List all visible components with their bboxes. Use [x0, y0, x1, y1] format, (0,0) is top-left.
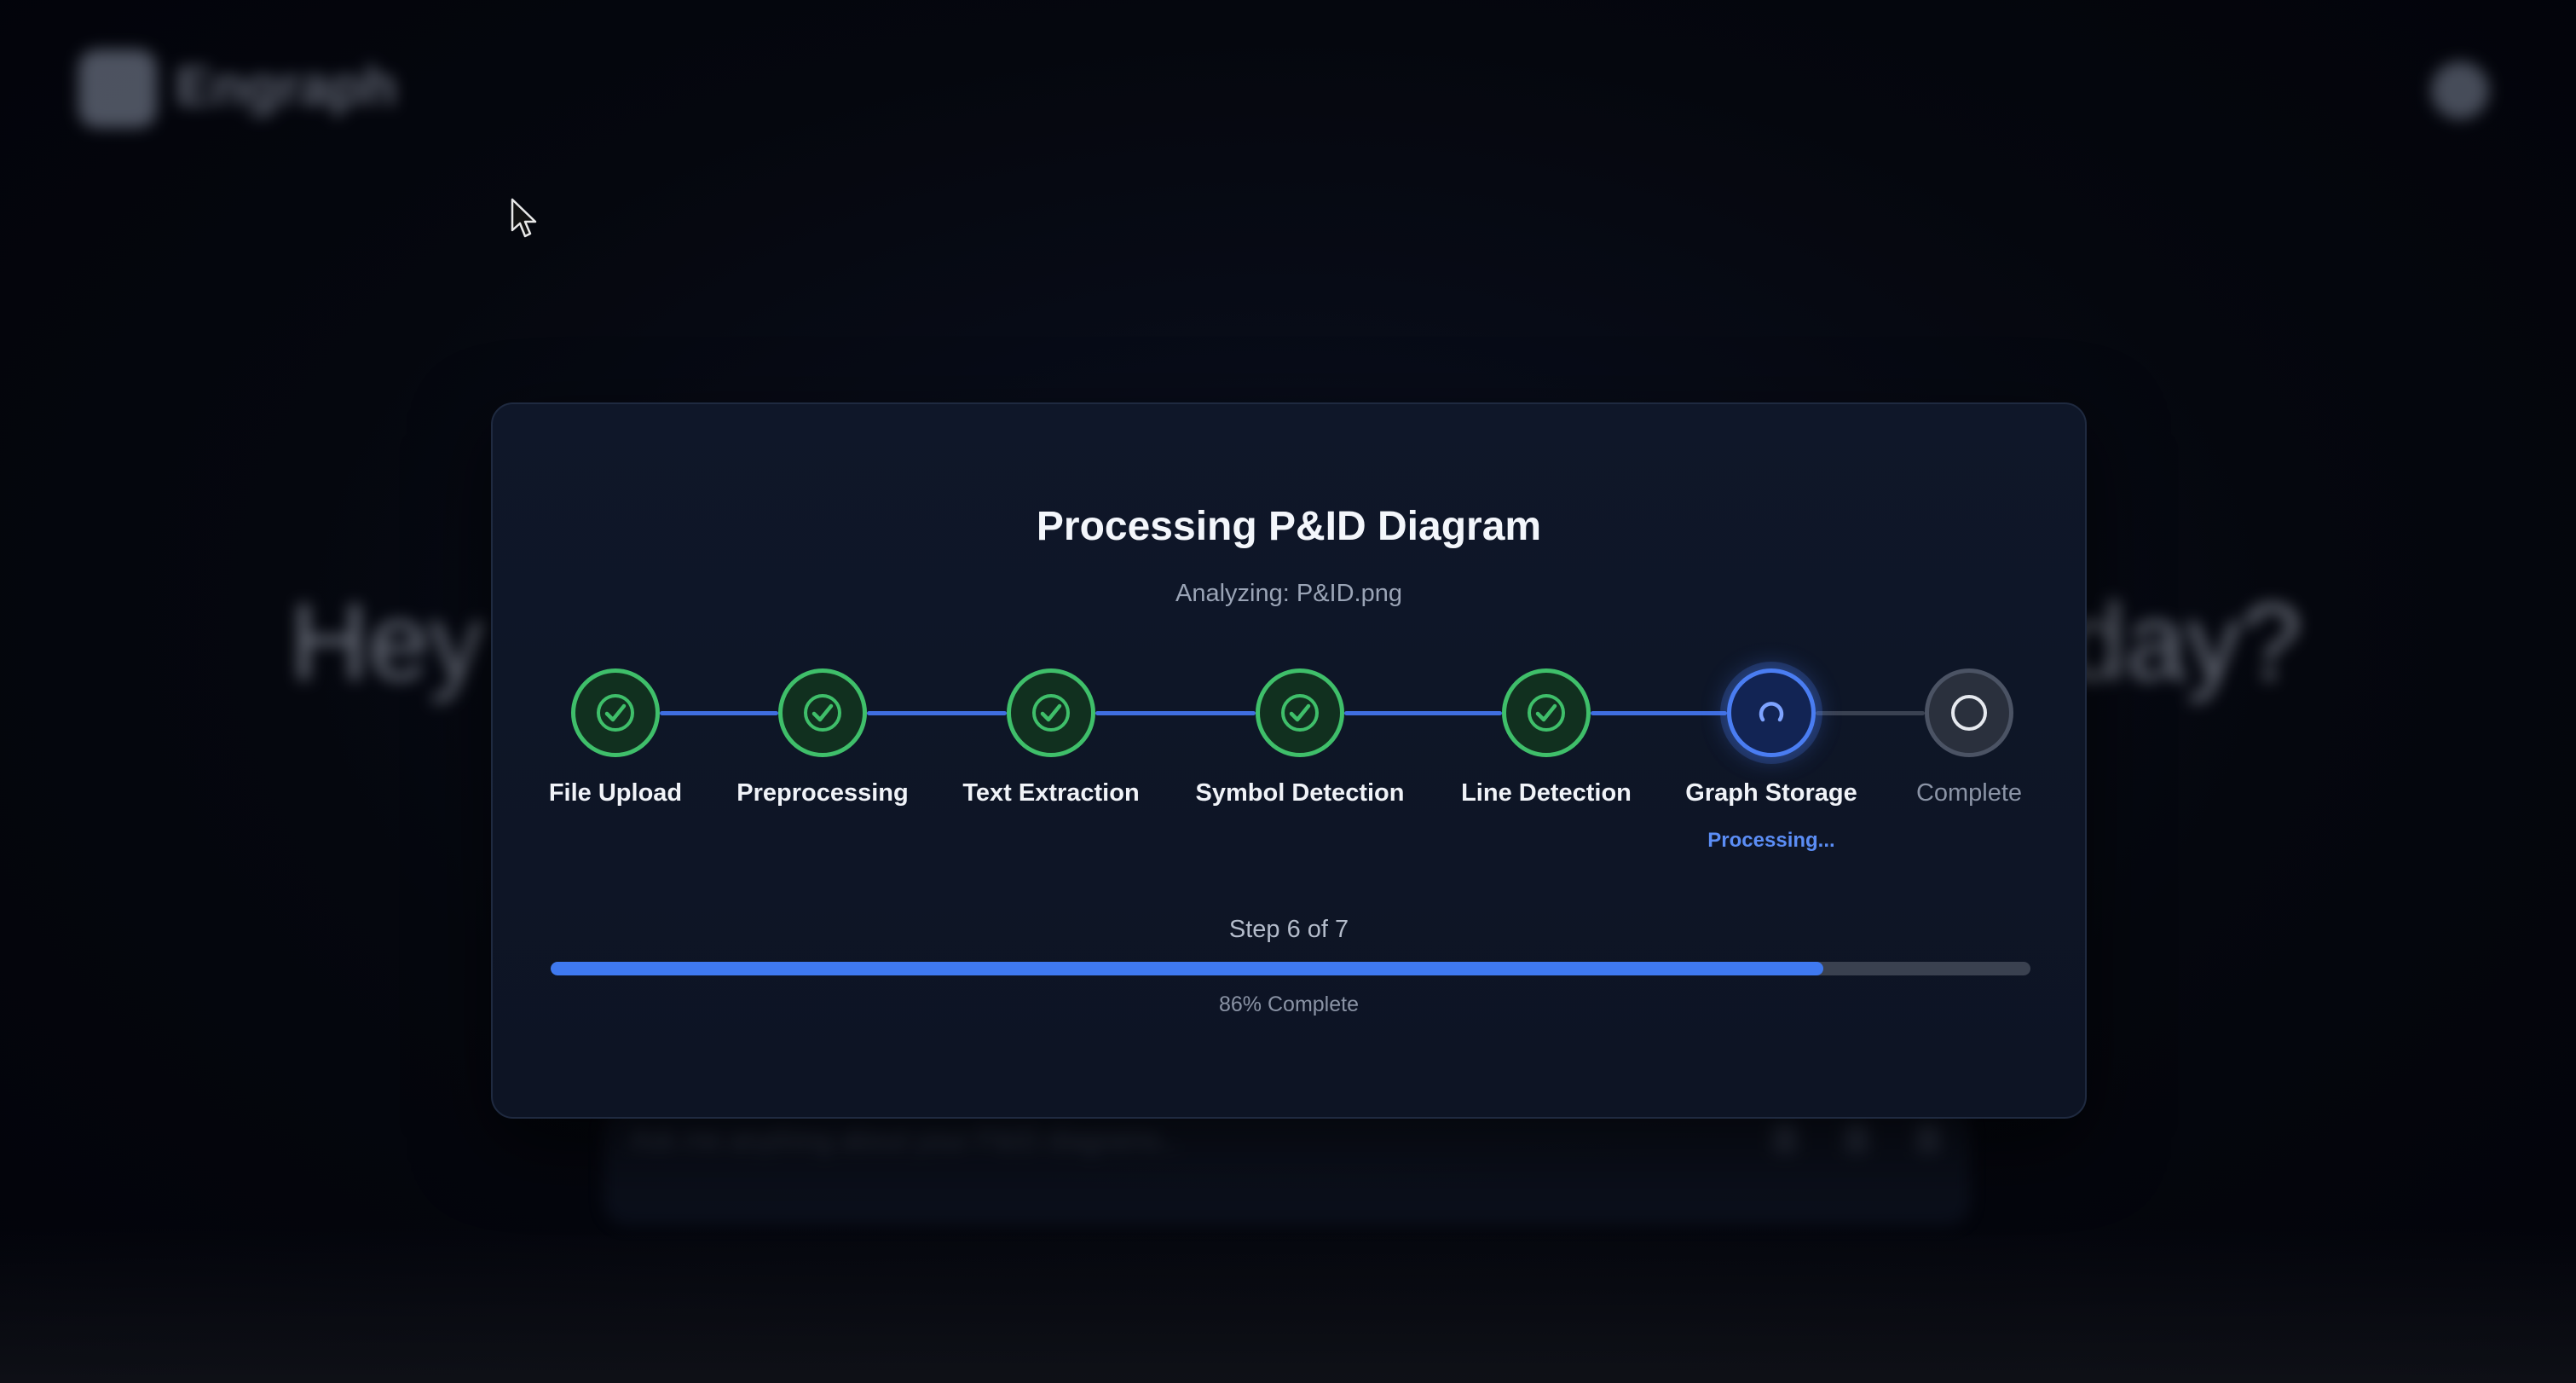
check-circle-icon: [804, 694, 841, 732]
hero-greeting-end: day?: [2065, 582, 2302, 703]
check-circle-icon: [1281, 694, 1319, 732]
step-counter: Step 6 of 7: [1228, 916, 1349, 943]
step-connector: [660, 711, 778, 715]
mouse-cursor-icon: [511, 198, 537, 238]
step-text-extraction-indicator: [1007, 668, 1095, 757]
send-icon: [1916, 1124, 1940, 1153]
step-connector: [1344, 711, 1502, 715]
user-avatar: [2431, 61, 2489, 119]
step-preprocessing-indicator: [778, 668, 867, 757]
screen: Engraph Hey t day? Ask me anything about…: [0, 0, 2576, 1383]
progress-bar: [551, 962, 2030, 975]
step-complete-label: Complete: [1915, 779, 2023, 807]
progress-bar-fill: [551, 962, 1823, 975]
step-graph-storage-indicator: [1727, 668, 1816, 757]
check-circle-icon: [1032, 694, 1070, 732]
step-connector: [867, 711, 1007, 715]
step-file-upload-indicator: [571, 668, 660, 757]
step-status-text: Processing...: [1707, 829, 1835, 852]
mic-icon: [1845, 1124, 1868, 1153]
bottom-fade: [0, 1228, 2576, 1383]
attach-icon: [1773, 1124, 1797, 1153]
app-logo-icon: [78, 49, 157, 128]
step-symbol-detection-label: Symbol Detection: [1195, 779, 1405, 807]
progress-percent: 86% Complete: [1219, 992, 1359, 1016]
check-circle-icon: [1528, 694, 1565, 732]
step-symbol-detection-indicator: [1256, 668, 1344, 757]
step-connector: [1816, 711, 1925, 715]
spinner-icon: [1759, 702, 1784, 722]
chat-input-actions: [1773, 1124, 1940, 1153]
circle-icon: [1951, 695, 1987, 731]
step-text-extraction-label: Text Extraction: [962, 779, 1140, 807]
app-brand-name: Engraph: [176, 55, 397, 117]
check-circle-icon: [597, 694, 634, 732]
step-connector: [1591, 711, 1727, 715]
step-complete-indicator: [1925, 668, 2013, 757]
step-connector: [1095, 711, 1256, 715]
app-header: Engraph: [0, 0, 2576, 179]
step-line-detection-indicator: [1502, 668, 1591, 757]
processing-modal: Processing P&ID Diagram Analyzing: P&ID.…: [491, 402, 2087, 1119]
chat-input-placeholder: Ask me anything about your P&ID diagrams…: [631, 1124, 1183, 1154]
